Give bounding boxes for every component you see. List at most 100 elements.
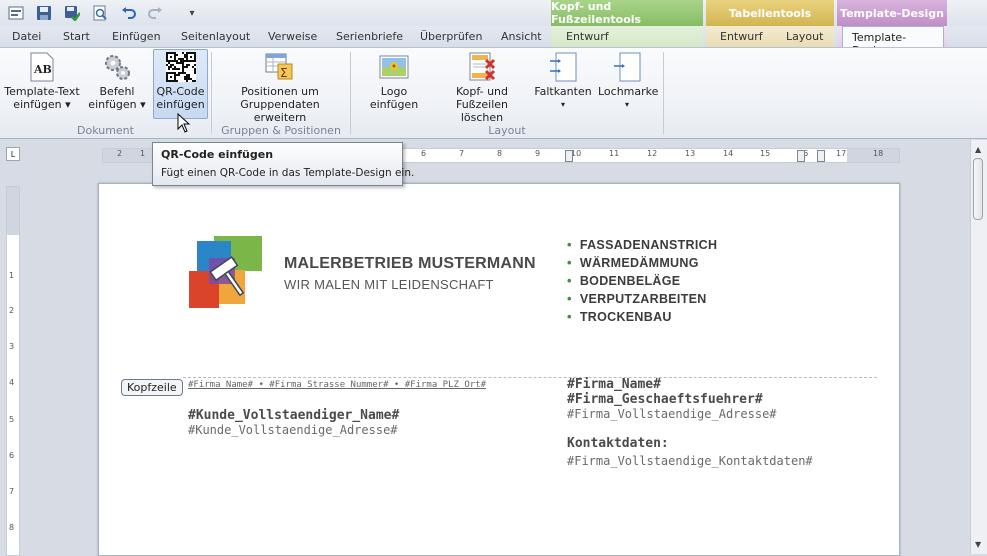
group-separator [350, 52, 351, 134]
app-menu-icon[interactable] [6, 3, 26, 23]
ruler-mark: 1 [9, 271, 15, 280]
qr-code-tooltip: QR-Code einfügen Fügt einen QR-Code in d… [152, 142, 414, 186]
tab-ueberpruefen[interactable]: Überprüfen [420, 30, 482, 43]
list-item: • TROCKENBAU [567, 309, 672, 324]
tab-template-design[interactable]: Template-Design [842, 26, 944, 57]
print-preview-icon[interactable] [90, 3, 110, 23]
tab-ansicht[interactable]: Ansicht [501, 30, 542, 43]
header-boundary-line [183, 377, 877, 378]
ruler-mark: 13 [685, 149, 696, 158]
undo-icon[interactable] [118, 3, 138, 23]
group-label-gruppen: Gruppen & Positionen [221, 124, 341, 137]
context-tabellen-header: Tabellentools [706, 0, 834, 26]
faltkanten-button[interactable]: Faltkanten ▾ [532, 50, 594, 111]
logo-einfuegen-button[interactable]: Logo einfügen [356, 50, 432, 111]
template-text-label-2: einfügen ▾ [13, 98, 71, 111]
kopfzeile-tag[interactable]: Kopfzeile [121, 379, 183, 396]
fold-marks-icon [548, 52, 578, 82]
ruler-mark: 17 [836, 149, 847, 158]
scroll-down-icon[interactable]: ▼ [975, 540, 981, 549]
company-slogan: WIR MALEN MIT LEIDENSCHAFT [284, 277, 494, 292]
befehl-button[interactable]: Befehl einfügen ▾ [86, 50, 148, 111]
qr-code-icon [165, 52, 196, 82]
ruler-mark: 18 [873, 149, 884, 158]
tab-kopf-entwurf[interactable]: Entwurf [566, 30, 609, 43]
document-page[interactable]: MALERBETRIEB MUSTERMANN WIR MALEN MIT LE… [98, 183, 900, 556]
redo-icon[interactable] [146, 3, 166, 23]
list-item: • WÄRMEDÄMMUNG [567, 255, 699, 270]
tab-tabellen-layout[interactable]: Layout [786, 30, 823, 43]
vruler-top-margin [7, 187, 19, 235]
ruler-mark: 2 [117, 149, 123, 158]
scroll-up-icon[interactable]: ▲ [975, 145, 981, 154]
save-icon[interactable] [34, 3, 54, 23]
tooltip-title: QR-Code einfügen [161, 148, 274, 161]
ruler-mark: 7 [459, 149, 465, 158]
qr-code-button[interactable]: QR-Code einfügen [153, 49, 208, 119]
lochmarke-dropdown-icon: ▾ [624, 100, 629, 109]
ribbon-tabs: Datei Start Einfügen Seitenlayout Verwei… [0, 26, 987, 57]
tab-verweise[interactable]: Verweise [268, 30, 317, 43]
ruler-mark: 5 [9, 415, 15, 424]
delete-header-icon [467, 52, 497, 82]
list-item: • BODENBELÄGE [567, 273, 681, 288]
ruler-mark: 11 [609, 149, 620, 158]
kopf-loeschen-label-2: Fußzeilen löschen [455, 98, 509, 124]
template-text-label-1: Template-Text [4, 85, 80, 98]
table-sum-icon: Σ [265, 52, 295, 82]
ruler-mark: 1 [140, 149, 146, 158]
ruler-mark: 7 [9, 487, 15, 496]
ruler-tab-selector[interactable]: L [6, 147, 20, 161]
kontakt-field: #Firma_Vollstaendige_Kontaktdaten# [567, 454, 813, 468]
service-list: • FASSADENANSTRICH • WÄRMEDÄMMUNG • BODENBE… [567, 237, 717, 327]
ruler-right-indent-marker[interactable] [817, 150, 825, 162]
customize-toolbar-icon[interactable]: ▾ [182, 3, 202, 23]
kontakt-label: Kontaktdaten: [567, 436, 669, 451]
quick-access-toolbar: ▾ Kopf- und Fußzeilentools Tabellentools… [0, 0, 987, 26]
scrollbar-thumb[interactable] [973, 158, 983, 220]
lochmarke-label-1: Lochmarke [598, 85, 659, 98]
tab-einfuegen[interactable]: Einfügen [112, 30, 161, 43]
ruler-mark: 9 [535, 149, 541, 158]
group-separator [663, 52, 664, 134]
firma-adresse-field: #Firma_Vollstaendige_Adresse# [567, 407, 777, 421]
tab-serienbriefe[interactable]: Serienbriefe [336, 30, 403, 43]
positionen-button[interactable]: Σ Positionen um Gruppendaten erweitern [218, 50, 342, 124]
tab-datei[interactable]: Datei [12, 30, 41, 43]
list-item: • VERPUTZARBEITEN [567, 291, 707, 306]
ruler-mark: 12 [647, 149, 658, 158]
list-item: • FASSADENANSTRICH [567, 237, 718, 252]
ruler-mark: 6 [9, 451, 15, 460]
context-template-header: Template-Design [837, 0, 947, 26]
context-kopf-header: Kopf- und Fußzeilentools [551, 0, 703, 26]
tab-tabellen-entwurf[interactable]: Entwurf [720, 30, 763, 43]
faltkanten-label-1: Faltkanten [534, 85, 592, 98]
ruler-mark: 15 [760, 149, 771, 158]
tooltip-text: Fügt einen QR-Code in das Template-Desig… [161, 167, 415, 179]
company-name: MALERBETRIEB MUSTERMANN [284, 255, 536, 272]
qr-label-2: einfügen [156, 98, 205, 111]
ruler-mark: 3 [9, 342, 15, 351]
firma-name-field: #Firma_Name# [567, 377, 661, 392]
vertical-ruler[interactable]: 1 2 3 4 5 6 7 8 [6, 186, 20, 556]
ruler-indent-marker[interactable] [565, 150, 573, 162]
tab-start[interactable]: Start [63, 30, 90, 43]
picture-icon [379, 52, 409, 82]
ruler-tab-marker[interactable] [797, 150, 805, 162]
save-check-icon[interactable] [62, 3, 82, 23]
group-label-layout: Layout [488, 124, 526, 137]
kopf-fusszeilen-loeschen-button[interactable]: Kopf- und Fußzeilen löschen [436, 50, 528, 124]
template-text-button[interactable]: AB Template-Text einfügen ▾ [4, 50, 80, 111]
ribbon-panel: AB Template-Text einfügen ▾ Befehl einfü… [0, 47, 987, 139]
punch-mark-icon [612, 52, 642, 82]
ruler-mark: 8 [497, 149, 503, 158]
mouse-cursor-icon [177, 112, 191, 136]
ruler-mark: 6 [421, 149, 427, 158]
lochmarke-button[interactable]: Lochmarke ▾ [598, 50, 659, 111]
svg-text:Σ: Σ [280, 66, 288, 80]
svg-text:AB: AB [33, 63, 52, 76]
gears-icon [102, 52, 132, 82]
positionen-label-1: Positionen um [241, 85, 319, 98]
qr-label-1: QR-Code [156, 85, 205, 98]
tab-seitenlayout[interactable]: Seitenlayout [181, 30, 250, 43]
